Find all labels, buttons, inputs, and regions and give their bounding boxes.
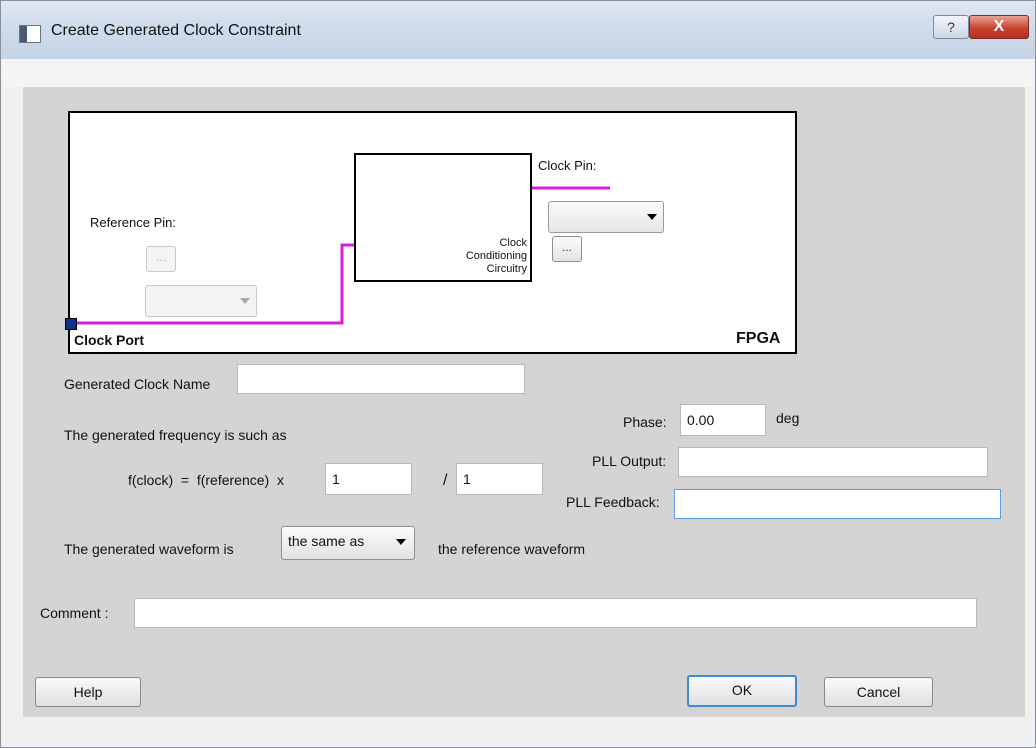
phase-unit: deg	[776, 410, 800, 426]
pll-feedback-input[interactable]	[674, 489, 1001, 519]
divider-input[interactable]	[456, 463, 543, 495]
header-strip	[1, 59, 1035, 87]
waveform-prefix: The generated waveform is	[64, 541, 234, 557]
generated-clock-name-input[interactable]	[237, 364, 525, 394]
ccc-label-line2: Conditioning	[465, 250, 527, 262]
waveform-suffix: the reference waveform	[438, 541, 586, 557]
reference-pin-browse-button[interactable]: ...	[146, 246, 176, 272]
help-icon[interactable]: ?	[933, 15, 969, 39]
clock-port-label: Clock Port	[74, 332, 145, 348]
fpga-label: FPGA	[736, 330, 781, 347]
ok-button[interactable]: OK	[687, 675, 797, 707]
chevron-down-icon	[396, 539, 406, 545]
clock-conditioning-block: Clock Conditioning Circuitry	[354, 153, 532, 282]
divider-symbol: /	[443, 472, 448, 489]
generated-clock-name-label: Generated Clock Name	[64, 376, 211, 392]
reference-pin-dropdown[interactable]	[145, 285, 257, 317]
pll-feedback-label: PLL Feedback:	[566, 494, 660, 510]
chevron-down-icon	[240, 298, 250, 304]
footer-strip	[1, 717, 1035, 747]
waveform-select-value: the same as	[288, 533, 365, 549]
chevron-down-icon	[647, 214, 657, 220]
cancel-button[interactable]: Cancel	[824, 677, 933, 707]
reference-pin-label: Reference Pin:	[90, 215, 176, 230]
clock-diagram: Clock Conditioning Circuitry Reference P…	[65, 111, 797, 354]
phase-label: Phase:	[623, 414, 667, 430]
comment-label: Comment :	[40, 605, 109, 621]
window-title: Create Generated Clock Constraint	[51, 22, 301, 39]
waveform-select[interactable]: the same as	[281, 526, 415, 560]
clock-port-marker	[65, 318, 77, 330]
clock-pin-browse-button[interactable]: ...	[552, 236, 582, 262]
clock-pin-dropdown[interactable]	[548, 201, 664, 233]
ccc-label-line3: Circuitry	[486, 263, 527, 275]
frequency-formula: f(clock) = f(reference) x	[128, 472, 284, 488]
phase-input[interactable]	[680, 404, 766, 436]
clock-pin-label: Clock Pin:	[538, 158, 597, 173]
ccc-label-line1: Clock	[499, 237, 527, 249]
title-bar[interactable]: Create Generated Clock Constraint ? X	[1, 1, 1035, 59]
comment-input[interactable]	[134, 598, 977, 628]
window-icon	[19, 25, 41, 43]
multiplier-input[interactable]	[325, 463, 412, 495]
pll-output-label: PLL Output:	[592, 453, 667, 469]
close-icon[interactable]: X	[969, 15, 1029, 39]
help-button[interactable]: Help	[35, 677, 141, 707]
pll-output-input[interactable]	[678, 447, 988, 477]
frequency-description: The generated frequency is such as	[64, 427, 287, 443]
ccc-label: Clock Conditioning Circuitry	[466, 237, 527, 276]
